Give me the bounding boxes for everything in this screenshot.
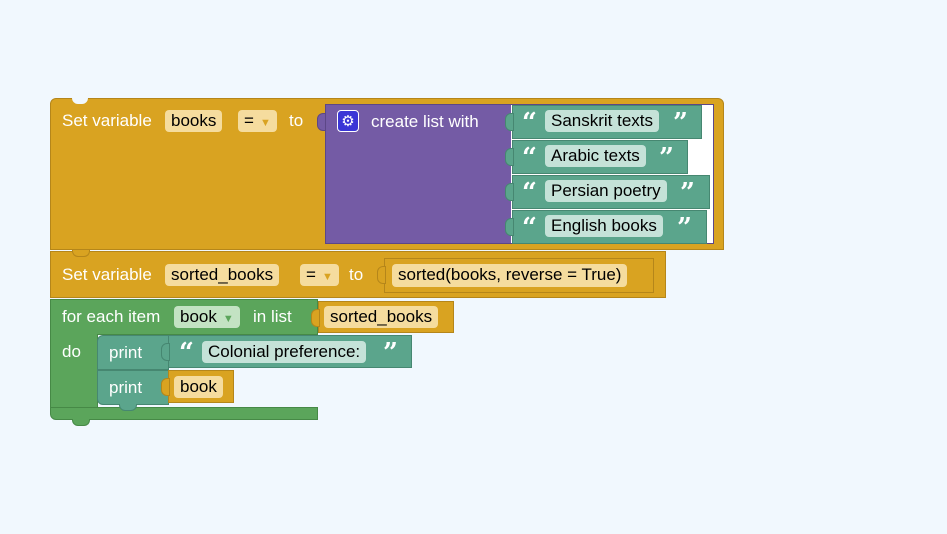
text-plug (505, 113, 514, 131)
chevron-down-icon: ▼ (259, 117, 271, 129)
assign-operator-dropdown[interactable]: = ▼ (238, 110, 277, 132)
text-field-english[interactable]: English books (545, 215, 663, 237)
do-label: do (62, 342, 81, 361)
close-quote-icon: ” (680, 178, 695, 208)
for-each-block-footer (50, 407, 318, 420)
to-label: to (349, 265, 364, 284)
close-quote-icon: ” (659, 143, 674, 173)
loop-variable-dropdown[interactable]: book ▼ (174, 306, 240, 328)
print-text-field[interactable]: Colonial preference: (202, 341, 367, 363)
variable-name-sorted-books[interactable]: sorted_books (165, 264, 280, 286)
expression-field[interactable]: sorted(books, reverse = True) (392, 264, 628, 287)
loop-variable-value: book (180, 307, 217, 326)
open-quote-icon: “ (522, 108, 537, 138)
variable-plug (161, 378, 170, 396)
set-variable-label: Set variable (62, 265, 152, 284)
print-label: print (109, 343, 143, 362)
set-variable-label: Set variable (62, 111, 152, 130)
print-variable-field[interactable]: book (174, 376, 223, 398)
text-plug (505, 148, 514, 166)
variable-name-books[interactable]: books (165, 110, 223, 132)
block-notch (72, 250, 90, 257)
list-plug (311, 309, 320, 327)
open-quote-icon: “ (522, 178, 537, 208)
block-notch (119, 404, 137, 411)
in-list-label: in list (253, 307, 292, 326)
to-label: to (289, 111, 304, 130)
text-field-arabic[interactable]: Arabic texts (545, 145, 646, 167)
text-field-persian[interactable]: Persian poetry (545, 180, 667, 202)
create-list-plug (317, 113, 326, 131)
operator-value: = (244, 111, 254, 130)
open-quote-icon: “ (179, 338, 194, 368)
print-label: print (109, 378, 143, 397)
operator-value: = (306, 265, 316, 284)
close-quote-icon: ” (673, 108, 688, 138)
close-quote-icon: ” (677, 213, 692, 243)
open-quote-icon: “ (522, 213, 537, 243)
text-plug (161, 343, 170, 361)
list-variable-field[interactable]: sorted_books (324, 306, 439, 328)
create-list-label: create list with (371, 112, 479, 131)
block-notch (72, 419, 90, 426)
text-field-sanskrit[interactable]: Sanskrit texts (545, 110, 660, 132)
chevron-down-icon: ▼ (222, 313, 234, 325)
chevron-down-icon: ▼ (321, 271, 333, 283)
text-plug (505, 218, 514, 236)
for-each-label: for each item (62, 307, 161, 326)
text-plug (505, 183, 514, 201)
expression-plug (377, 266, 386, 284)
gear-icon[interactable]: ⚙ (337, 110, 359, 132)
open-quote-icon: “ (522, 143, 537, 173)
close-quote-icon: ” (383, 338, 398, 368)
assign-operator-dropdown[interactable]: = ▼ (300, 264, 339, 286)
